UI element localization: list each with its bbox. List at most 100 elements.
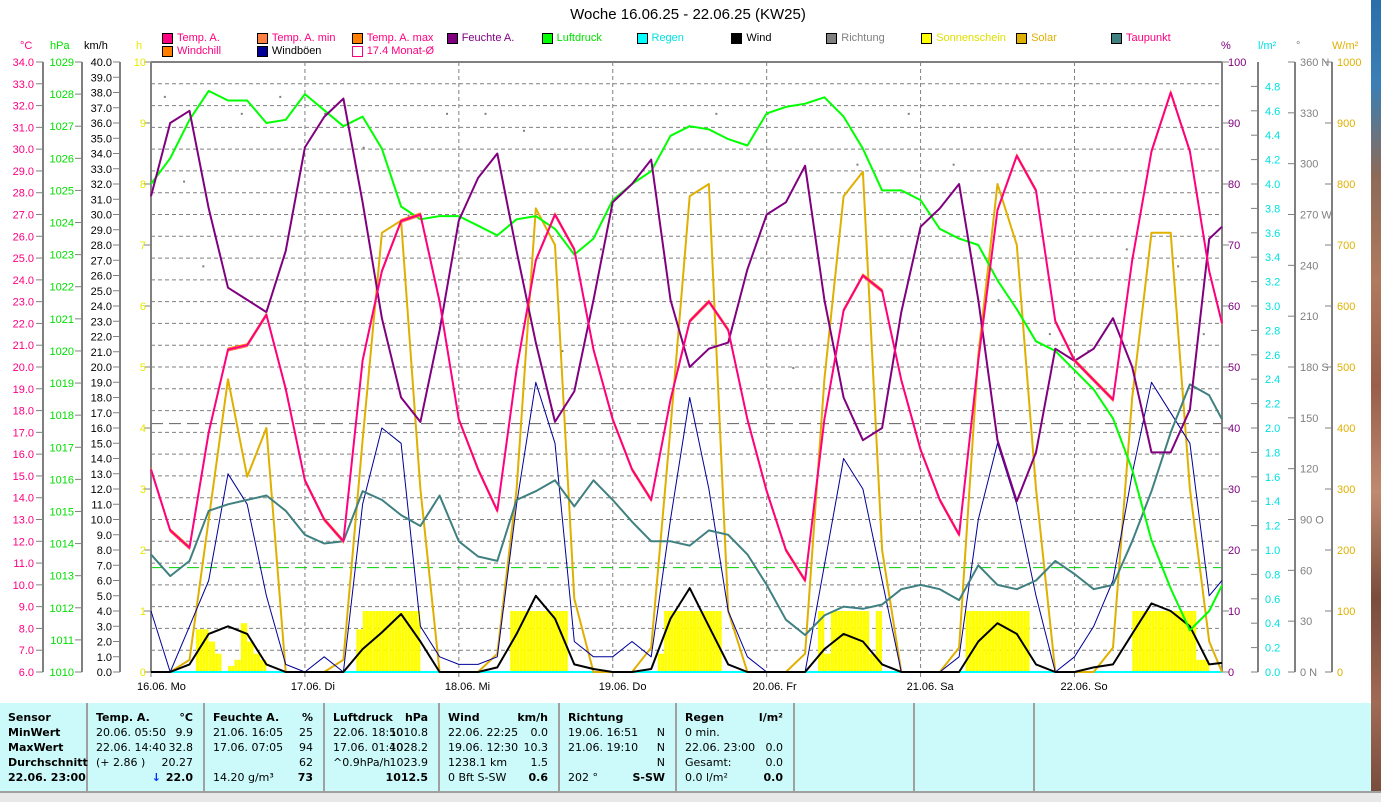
rain-tick-label: 4.0	[1265, 179, 1280, 191]
legend-item: Taupunkt	[1111, 32, 1171, 44]
legend-item: Temp. A. min	[256, 32, 336, 44]
rain-tick-label: 1.8	[1265, 447, 1280, 459]
wind-tick-label: 29.0	[91, 225, 112, 237]
stats-cell-label: 22.06. 23:00	[8, 771, 86, 784]
rain-tick-label: 0.0	[1265, 667, 1280, 679]
x-tick-label: 22.06. So	[1060, 681, 1107, 693]
rain-tick-label: 3.2	[1265, 277, 1280, 289]
wind-tick-label: 12.0	[91, 484, 112, 496]
legend-label: Windböen	[271, 45, 322, 57]
humidity-tick-label: 50	[1228, 362, 1240, 374]
rain-tick-label: 1.2	[1265, 521, 1280, 533]
stats-cell-label: 19.06. 12:30	[448, 741, 519, 754]
stats-cell-label: 21.06. 16:05	[213, 726, 284, 739]
stats-cell-value: 10.3	[523, 741, 549, 754]
stats-cell-label: 1238.1 km	[448, 756, 508, 769]
wind-tick-label: 16.0	[91, 423, 112, 435]
humidity-tick-label: 100	[1228, 57, 1246, 69]
x-tick-label: 20.06. Fr	[753, 681, 797, 693]
stats-cell-value: 1010.8	[389, 726, 429, 739]
wind-tick-label: 27.0	[91, 255, 112, 267]
temp-tick-label: 10.0	[13, 580, 34, 592]
direction-point	[997, 299, 1000, 302]
stats-cell-label: 21.06. 19:10	[568, 741, 639, 754]
temp-tick-label: 13.0	[13, 515, 34, 527]
weather-chart: 16.06. Mo 17.06. Di 18.06. Mi 19.06. Do 20.0…	[13, 57, 1362, 693]
direction-tick-label: 150	[1300, 413, 1318, 425]
legend-swatch	[351, 45, 363, 57]
rain-tick-label: 0.6	[1265, 594, 1280, 606]
stats-cell-value: 73	[297, 771, 313, 784]
direction-point	[1177, 265, 1180, 268]
background-photo-strip	[1371, 703, 1381, 791]
legend-label: Sonnenschein	[936, 32, 1006, 44]
taupunkt-line	[150, 383, 1223, 636]
temp-tick-label: 34.0	[13, 57, 34, 69]
wind-tick-label: 24.0	[91, 301, 112, 313]
pressure-tick-label: 1024	[50, 218, 74, 230]
direction-point	[183, 180, 186, 183]
rain-tick-label: 0.8	[1265, 569, 1280, 581]
wind-tick-label: 19.0	[91, 377, 112, 389]
stats-cell-value: 0.0	[765, 756, 784, 769]
temp-a-line	[150, 91, 1223, 582]
wind-tick-label: 21.0	[91, 347, 112, 359]
x-tick-label: 19.06. Do	[599, 681, 647, 693]
rain-tick-label: 1.0	[1265, 545, 1280, 557]
solar-tick-label: 300	[1337, 484, 1355, 496]
solar-tick-label: 200	[1337, 545, 1355, 557]
stats-unit: km/h	[517, 711, 548, 724]
legend-label: Temp. A. min	[271, 32, 336, 44]
stats-header: Regen	[685, 711, 725, 724]
legend-item: Sonnenschein	[921, 32, 1006, 44]
legend-label: Solar	[1031, 32, 1057, 44]
pressure-tick-label: 1027	[50, 121, 74, 133]
stats-column: Sensor MinWert MaxWert Durchschnitt 22.06. 2…	[0, 703, 88, 791]
legend-swatch	[446, 32, 458, 44]
wind-tick-label: 37.0	[91, 103, 112, 115]
temp-tick-label: 12.0	[13, 536, 34, 548]
stats-cell-label: 20.06. 05:50	[96, 726, 167, 739]
trend-down-arrow-icon: ↓	[151, 771, 161, 784]
wind-tick-label: 26.0	[91, 271, 112, 283]
wind-tick-label: 34.0	[91, 149, 112, 161]
direction-point	[792, 367, 795, 369]
rain-tick-label: 4.2	[1265, 155, 1280, 167]
legend-swatch	[731, 32, 743, 44]
stats-cell-value: 0.0	[530, 726, 549, 739]
legend-swatch	[351, 32, 363, 44]
stats-unit: hPa	[404, 711, 428, 724]
rain-tick-label: 4.6	[1265, 106, 1280, 118]
stats-cell-label: 0 min.	[685, 726, 720, 739]
wind-tick-label: 40.0	[91, 57, 112, 69]
direction-tick-label: 270 W	[1300, 210, 1332, 222]
stats-cell-value: 62	[299, 756, 313, 769]
rain-tick-label: 2.6	[1265, 350, 1280, 362]
stats-cell-label: 202 °	[568, 771, 598, 784]
legend-swatch	[636, 32, 648, 44]
rain-tick-label: 0.2	[1265, 643, 1280, 655]
stats-cell-value: 0.6	[528, 771, 549, 784]
solar-tick-label: 500	[1337, 362, 1355, 374]
wind-tick-label: 2.0	[97, 637, 112, 649]
unit-temp: °C	[20, 40, 33, 52]
pressure-tick-label: 1015	[50, 506, 74, 518]
humidity-tick-label: 30	[1228, 484, 1240, 496]
direction-point	[1202, 333, 1205, 336]
stats-cell-value: 1012.5	[385, 771, 428, 784]
stats-cell-value: 1028.2	[389, 741, 429, 754]
humidity-tick-label: 80	[1228, 179, 1240, 191]
temp-tick-label: 16.0	[13, 449, 34, 461]
x-tick-label: 17.06. Di	[291, 681, 335, 693]
solar-tick-label: 700	[1337, 240, 1355, 252]
legend-item: Temp. A. max	[351, 32, 433, 44]
stats-column: Wind km/h 22.06. 22:25 0.0 19.06. 12:30 10.3 1…	[440, 703, 560, 791]
wind-tick-label: 22.0	[91, 332, 112, 344]
direction-tick-label: 240	[1300, 260, 1318, 272]
direction-point	[599, 248, 602, 251]
rain-tick-label: 2.2	[1265, 399, 1280, 411]
stats-cell-label: 19.06. 16:51	[568, 726, 639, 739]
legend-label: Taupunkt	[1126, 32, 1171, 44]
stats-column: Feuchte A.% 21.06. 16:05 25 17.06. 07:05 94 6…	[205, 703, 325, 791]
wind-tick-label: 18.0	[91, 393, 112, 405]
